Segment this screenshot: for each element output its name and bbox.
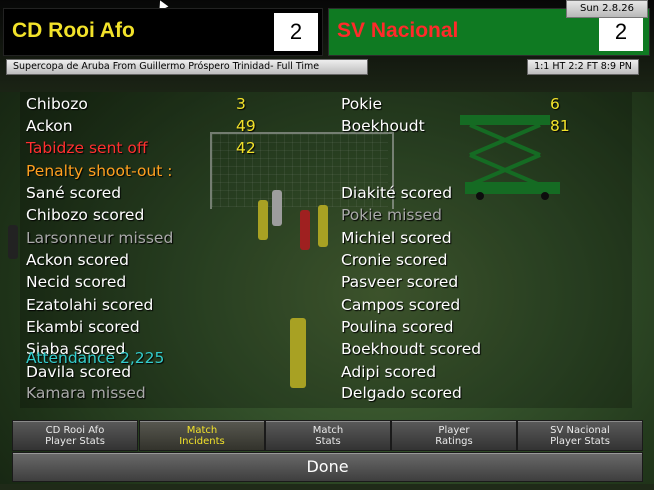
tab-label: Incidents bbox=[179, 435, 225, 447]
home-penalty: Larsonneur missed bbox=[26, 229, 174, 247]
home-penalty: Chibozo scored bbox=[26, 206, 145, 224]
tab-match-stats[interactable]: Match Stats bbox=[265, 420, 391, 451]
home-penalty: Kamara missed bbox=[26, 384, 146, 402]
away-penalty: Diakité scored bbox=[341, 184, 453, 202]
tab-label: Stats bbox=[315, 435, 341, 447]
tab-label: Ratings bbox=[435, 435, 473, 447]
away-goal-minute: 81 bbox=[550, 117, 570, 135]
away-goal-scorer: Pokie bbox=[341, 95, 383, 113]
shootout-heading: Penalty shoot-out : bbox=[26, 162, 173, 180]
away-penalty: Poulina scored bbox=[341, 318, 454, 336]
away-penalty: Delgado scored bbox=[341, 384, 462, 402]
away-goal-scorer: Boekhoudt bbox=[341, 117, 425, 135]
bottom-edge bbox=[0, 484, 654, 490]
done-button[interactable]: Done bbox=[12, 452, 643, 482]
tab-label: Match bbox=[186, 424, 218, 436]
tab-label: Player Stats bbox=[45, 435, 105, 447]
away-penalty: Boekhoudt scored bbox=[341, 340, 482, 358]
competition-status: Supercopa de Aruba From Guillermo Próspe… bbox=[6, 59, 368, 75]
home-penalty: Necid scored bbox=[26, 273, 127, 291]
home-score: 2 bbox=[274, 13, 318, 51]
away-penalty: Pokie missed bbox=[341, 206, 442, 224]
tab-player-ratings[interactable]: Player Ratings bbox=[391, 420, 517, 451]
home-penalty: Ekambi scored bbox=[26, 318, 140, 336]
away-penalty: Michiel scored bbox=[341, 229, 452, 247]
away-team-name[interactable]: SV Nacional bbox=[337, 19, 458, 43]
score-summary: 1:1 HT 2:2 FT 8:9 PN bbox=[527, 59, 639, 75]
away-penalty: Cronie scored bbox=[341, 251, 448, 269]
tab-match-incidents[interactable]: Match Incidents bbox=[139, 420, 265, 451]
home-penalty: Davila scored bbox=[26, 363, 132, 381]
tab-home-player-stats[interactable]: CD Rooi Afo Player Stats bbox=[12, 420, 138, 451]
player-figure bbox=[8, 225, 18, 259]
home-goal-minute: 49 bbox=[236, 117, 256, 135]
away-score: 2 bbox=[599, 13, 643, 51]
red-card-incident: Tabidze sent off bbox=[26, 139, 148, 157]
tab-label: Player bbox=[438, 424, 470, 436]
home-penalty: Ezatolahi scored bbox=[26, 296, 154, 314]
home-team-name[interactable]: CD Rooi Afo bbox=[12, 19, 135, 43]
tab-away-player-stats[interactable]: SV Nacional Player Stats bbox=[517, 420, 643, 451]
home-goal-scorer: Ackon bbox=[26, 117, 73, 135]
home-penalty: Ackon scored bbox=[26, 251, 129, 269]
home-goal-scorer: Chibozo bbox=[26, 95, 88, 113]
tab-label: Player Stats bbox=[550, 435, 610, 447]
home-goal-minute: 3 bbox=[236, 95, 246, 113]
tab-label: SV Nacional bbox=[550, 424, 610, 436]
tab-label: Match bbox=[312, 424, 344, 436]
home-team-header: CD Rooi Afo 2 bbox=[3, 8, 323, 56]
red-card-minute: 42 bbox=[236, 139, 256, 157]
tab-label: CD Rooi Afo bbox=[45, 424, 105, 436]
away-penalty: Campos scored bbox=[341, 296, 461, 314]
date-display: Sun 2.8.26 bbox=[566, 0, 648, 18]
away-penalty: Adipi scored bbox=[341, 363, 437, 381]
away-goal-minute: 6 bbox=[550, 95, 560, 113]
home-penalty: Sané scored bbox=[26, 184, 122, 202]
report-tabs: CD Rooi Afo Player Stats Match Incidents M… bbox=[12, 420, 643, 451]
away-penalty: Pasveer scored bbox=[341, 273, 459, 291]
